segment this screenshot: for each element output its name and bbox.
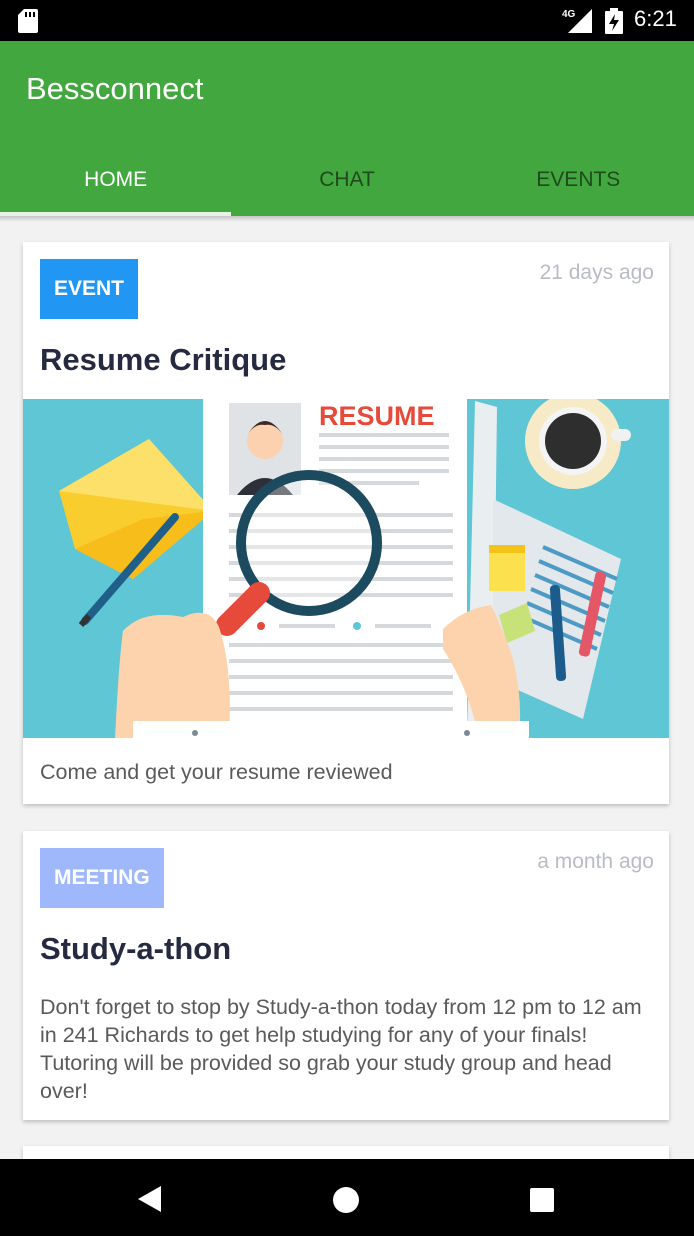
battery-charging-icon xyxy=(605,8,623,34)
card-timestamp: a month ago xyxy=(537,850,654,873)
event-badge: EVENT xyxy=(40,259,139,319)
back-icon[interactable] xyxy=(136,1185,164,1213)
feed-list[interactable]: EVENT 21 days ago Resume Critique RESUME… xyxy=(0,222,694,1159)
feed-card-meeting[interactable]: MEETING a month ago Study-a-thon Don't f… xyxy=(23,831,669,1120)
resume-illustration: RESUME xyxy=(23,399,669,738)
feed-card-partial[interactable] xyxy=(23,1146,669,1159)
tab-bar: HOME CHAT EVENTS xyxy=(0,143,694,216)
home-icon[interactable] xyxy=(332,1186,360,1214)
resume-heading: RESUME xyxy=(319,401,435,431)
card-description: Come and get your resume reviewed xyxy=(40,760,393,784)
navigation-bar xyxy=(0,1159,694,1236)
app-title: Bessconnect xyxy=(26,71,204,106)
tab-home[interactable]: HOME xyxy=(0,143,232,216)
card-title: Study-a-thon xyxy=(40,931,232,966)
status-bar: 4G 6:21 xyxy=(0,0,694,41)
status-time: 6:21 xyxy=(634,6,677,31)
card-title: Resume Critique xyxy=(40,342,287,377)
signal-icon: 4G xyxy=(562,9,592,33)
card-description: Don't forget to stop by Study-a-thon tod… xyxy=(40,995,642,1103)
recents-icon[interactable] xyxy=(529,1187,555,1213)
svg-text:4G: 4G xyxy=(562,9,576,20)
meeting-badge: MEETING xyxy=(40,848,164,908)
sd-card-icon xyxy=(18,9,38,33)
feed-card-event[interactable]: EVENT 21 days ago Resume Critique RESUME… xyxy=(23,242,669,804)
tab-chat[interactable]: CHAT xyxy=(231,143,462,216)
app-bar: Bessconnect HOME CHAT EVENTS xyxy=(0,41,694,216)
card-timestamp: 21 days ago xyxy=(539,261,654,284)
tab-events[interactable]: EVENTS xyxy=(463,143,694,216)
